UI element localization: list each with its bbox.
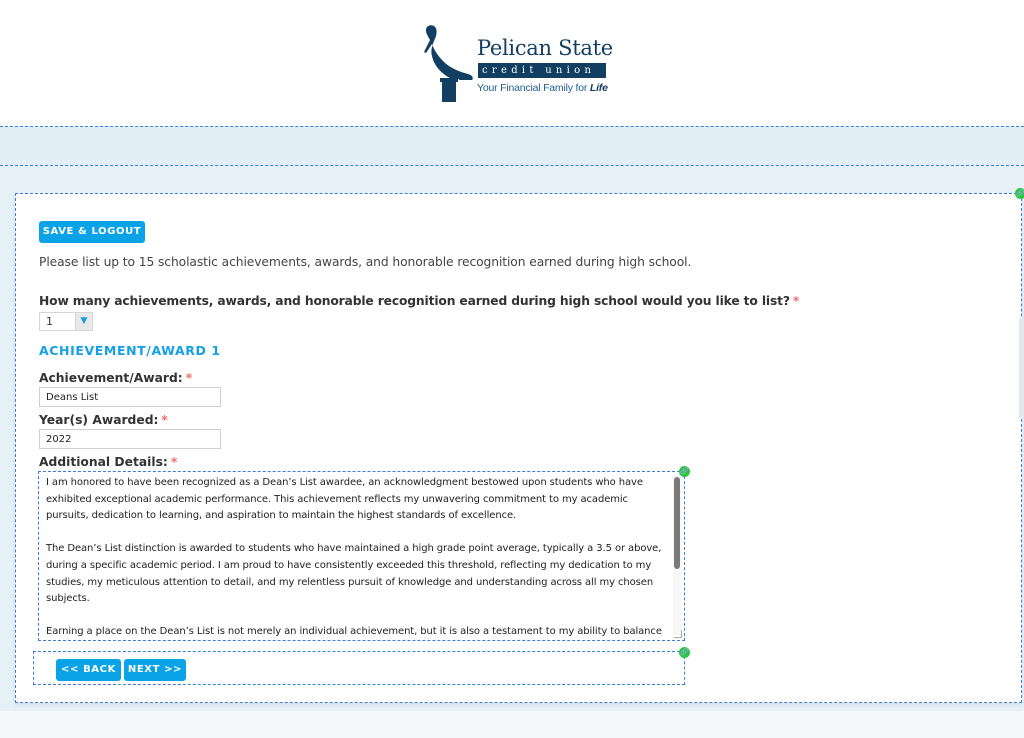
edit-link-icon[interactable]: 🔗 bbox=[679, 466, 690, 477]
logo-subbrand: credit union bbox=[478, 63, 606, 78]
achievement-count-select[interactable]: 1 ▼ bbox=[39, 312, 93, 331]
edit-link-icon[interactable]: 🔗 bbox=[679, 647, 690, 658]
count-question-label: How many achievements, awards, and honor… bbox=[39, 294, 799, 308]
achievement-input[interactable] bbox=[39, 387, 221, 407]
select-value: 1 bbox=[46, 315, 53, 328]
chevron-down-icon[interactable]: ▼ bbox=[75, 313, 92, 330]
tagline-text: Your Financial Family for bbox=[477, 82, 590, 94]
logo-tagline: Your Financial Family for Life bbox=[477, 82, 608, 94]
year-label: Year(s) Awarded: * bbox=[39, 413, 168, 427]
top-band bbox=[0, 126, 1024, 166]
required-marker: * bbox=[170, 455, 178, 469]
details-label-text: Additional Details: bbox=[39, 455, 168, 469]
required-marker: * bbox=[185, 371, 193, 385]
section-title: ACHIEVEMENT/AWARD 1 bbox=[39, 343, 221, 358]
back-button[interactable]: << BACK bbox=[56, 659, 121, 681]
textarea-scroll-thumb[interactable] bbox=[674, 477, 680, 569]
year-input[interactable] bbox=[39, 429, 221, 449]
pelican-logo-icon bbox=[424, 25, 473, 102]
save-logout-button[interactable]: SAVE & LOGOUT bbox=[39, 221, 145, 243]
pelican-state-logo[interactable]: Pelican State credit union Your Financia… bbox=[420, 22, 613, 104]
achievement-label: Achievement/Award: * bbox=[39, 371, 192, 385]
required-marker: * bbox=[161, 413, 168, 427]
details-textarea[interactable]: I am honored to have been recognized as … bbox=[38, 471, 685, 641]
details-label: Additional Details: * bbox=[39, 455, 177, 469]
side-scroll-handle[interactable] bbox=[1019, 318, 1024, 418]
resize-grip-icon[interactable] bbox=[674, 630, 682, 638]
textarea-scrollbar[interactable] bbox=[673, 475, 681, 635]
required-marker: * bbox=[792, 294, 800, 308]
tagline-emphasis: Life bbox=[589, 82, 608, 94]
edit-link-icon[interactable]: 🔗 bbox=[1015, 188, 1024, 199]
year-label-text: Year(s) Awarded: bbox=[39, 413, 159, 427]
achievement-label-text: Achievement/Award: bbox=[39, 371, 183, 385]
details-text[interactable]: I am honored to have been recognized as … bbox=[46, 475, 671, 640]
intro-text: Please list up to 15 scholastic achievem… bbox=[39, 255, 692, 269]
site-header: Pelican State credit union Your Financia… bbox=[0, 0, 1024, 127]
count-question-text: How many achievements, awards, and honor… bbox=[39, 294, 790, 308]
next-button[interactable]: NEXT >> bbox=[124, 659, 186, 681]
logo-brand-name: Pelican State bbox=[477, 36, 613, 60]
